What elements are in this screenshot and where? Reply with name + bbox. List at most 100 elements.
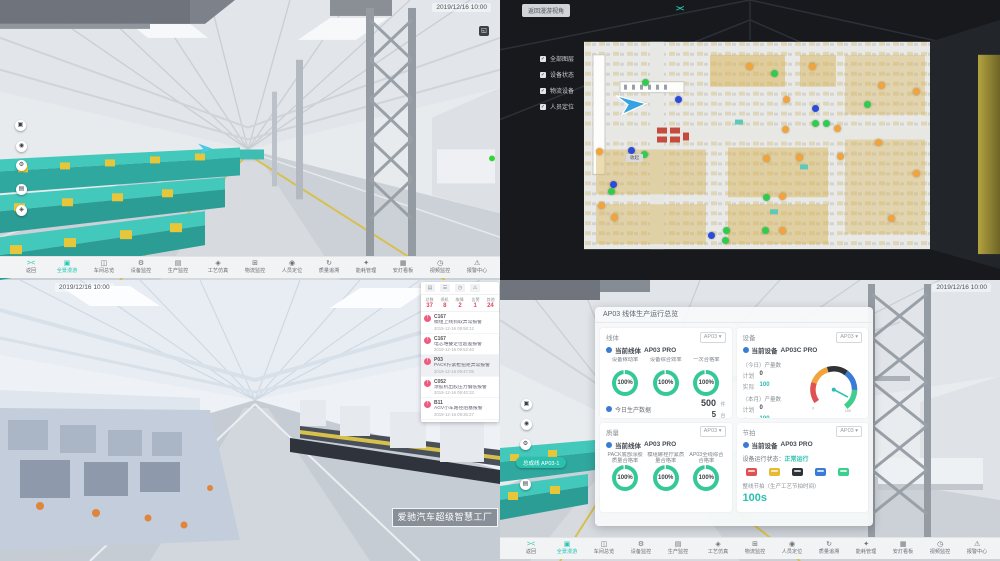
device-select-dropdown[interactable]: AP03 ▾ xyxy=(836,332,862,343)
toolbar-item[interactable]: ▦ 安灯看板 xyxy=(391,260,415,275)
equipment-status-dot[interactable] xyxy=(598,202,605,209)
toolbar-item[interactable]: ⚠ 报警中心 xyxy=(465,260,489,275)
equipment-status-dot[interactable] xyxy=(611,214,618,221)
poi-badge[interactable]: ▤ xyxy=(16,184,27,195)
toolbar-item[interactable]: ↻ 质量追溯 xyxy=(817,541,841,556)
toolbar-item[interactable]: ◷ 视频监控 xyxy=(928,541,952,556)
equipment-status-dot[interactable] xyxy=(642,79,649,86)
toolbar-item[interactable]: ▤ 生产监控 xyxy=(666,541,690,556)
status-value: 正常运行 xyxy=(785,457,809,463)
toolbar-item[interactable]: ◷ 视频监控 xyxy=(428,260,452,275)
toolbar-item[interactable]: ◈ 工艺仿真 xyxy=(206,260,230,275)
equipment-status-dot[interactable] xyxy=(675,96,682,103)
toolbar-item[interactable]: ◉ 人员定位 xyxy=(780,541,804,556)
toolbar-item[interactable]: ◉ 人员定位 xyxy=(280,260,304,275)
equipment-status-dot[interactable] xyxy=(723,227,730,234)
equipment-status-dot[interactable] xyxy=(608,188,615,195)
alarm-panel-tab-icon[interactable]: ⚠ xyxy=(470,284,480,292)
alarm-panel-tab-icon[interactable]: ☰ xyxy=(440,284,450,292)
equipment-status-dot[interactable] xyxy=(913,88,920,95)
toolbar-item[interactable]: >< 返回 xyxy=(20,260,42,275)
poi-badge[interactable]: ▣ xyxy=(15,120,26,131)
equipment-status-dot[interactable] xyxy=(809,63,816,70)
fullscreen-icon[interactable]: ◱ xyxy=(479,26,489,36)
checkbox-checked-icon[interactable]: ✓ xyxy=(540,88,546,94)
alarm-list-item[interactable]: ! P03 PACK拧紧枪扭矩异常报警 2019-12-16 09:47:05 xyxy=(421,355,499,377)
layer-toggle[interactable]: ✓ 全部图层 xyxy=(540,54,574,63)
checkbox-checked-icon[interactable]: ✓ xyxy=(540,72,546,78)
equipment-status-dot[interactable] xyxy=(812,105,819,112)
poi-badge[interactable]: ⚙ xyxy=(520,439,531,450)
equipment-status-dot[interactable] xyxy=(864,101,871,108)
toolbar-item[interactable]: ▣ 全景漫游 xyxy=(55,260,79,275)
toolbar-item[interactable]: ◫ 车间总览 xyxy=(592,541,616,556)
equipment-status-dot[interactable] xyxy=(779,193,786,200)
toolbar-item[interactable]: ▤ 生产监控 xyxy=(166,260,190,275)
toolbar-item[interactable]: >< 返回 xyxy=(520,541,542,556)
alarm-stat[interactable]: 总数 37 xyxy=(422,297,437,309)
equipment-status-dot[interactable] xyxy=(878,82,885,89)
equipment-status-dot[interactable] xyxy=(628,147,635,154)
equipment-status-dot[interactable] xyxy=(779,227,786,234)
toolbar-item[interactable]: ↻ 质量追溯 xyxy=(317,260,341,275)
poi-badge[interactable]: ▣ xyxy=(521,399,532,410)
equipment-status-dot[interactable] xyxy=(708,232,715,239)
alarm-list-item[interactable]: ! B11 AGV小车路径阻塞报警 2019-12-16 09:36:27 xyxy=(421,398,499,420)
alarm-panel-tab-icon[interactable]: ◷ xyxy=(455,284,465,292)
line-select-dropdown[interactable]: AP03 ▾ xyxy=(700,332,726,343)
equipment-status-dot[interactable] xyxy=(782,126,789,133)
device-select-dropdown[interactable]: AP03 ▾ xyxy=(836,426,862,437)
alarm-list-item[interactable]: ! C052 模组测试工位通讯超时 2019-12-16 09:31:54 xyxy=(421,420,499,423)
equipment-status-dot[interactable] xyxy=(823,120,830,127)
line-select-dropdown[interactable]: AP03 ▾ xyxy=(700,426,726,437)
poi-badge[interactable]: ⚙ xyxy=(16,160,27,171)
toolbar-item[interactable]: ⚙ 设备监控 xyxy=(629,541,653,556)
layer-toggle[interactable]: ✓ 设备状态 xyxy=(540,70,574,79)
poi-badge[interactable]: ◉ xyxy=(521,419,532,430)
equipment-status-dot[interactable] xyxy=(812,120,819,127)
equipment-status-dot[interactable] xyxy=(837,153,844,160)
equipment-status-dot[interactable] xyxy=(875,139,882,146)
poi-badge[interactable]: ◉ xyxy=(16,141,27,152)
layer-toggle[interactable]: ✓ 人员定位 xyxy=(540,102,574,111)
equipment-status-dot[interactable] xyxy=(913,170,920,177)
equipment-status-dot[interactable] xyxy=(796,154,803,161)
alarm-stat[interactable]: 其他 24 xyxy=(483,297,498,309)
alarm-stat[interactable]: 故障 2 xyxy=(452,297,467,309)
collapse-sidebar-button[interactable]: 收起 xyxy=(626,154,643,162)
toolbar-item[interactable]: ◫ 车间总览 xyxy=(92,260,116,275)
alarm-stat[interactable]: 停机 8 xyxy=(437,297,452,309)
equipment-status-dot[interactable] xyxy=(762,227,769,234)
equipment-status-dot[interactable] xyxy=(783,96,790,103)
toolbar-item[interactable]: ▣ 全景漫游 xyxy=(555,541,579,556)
alarm-stat[interactable]: 告警 1 xyxy=(468,297,483,309)
layer-toggle[interactable]: ✓ 物流设备 xyxy=(540,86,574,95)
equipment-status-dot[interactable] xyxy=(596,148,603,155)
alarm-list-item[interactable]: ! C167 电芯堆叠定位超差报警 2019-12-16 09:52:40 xyxy=(421,334,499,356)
equipment-status-dot[interactable] xyxy=(771,70,778,77)
toolbar-item[interactable]: ◈ 工艺仿真 xyxy=(706,541,730,556)
alarm-list-item[interactable]: ! C167 模组上线抓取异常报警 2019-12-16 09:58:12 xyxy=(421,312,499,334)
equipment-status-dot[interactable] xyxy=(888,215,895,222)
toolbar-item[interactable]: ⊞ 物流监控 xyxy=(243,260,267,275)
poi-badge[interactable]: ◈ xyxy=(16,205,27,216)
equipment-status-dot[interactable] xyxy=(834,125,841,132)
equipment-status-dot[interactable] xyxy=(722,237,729,244)
toolbar-item[interactable]: ⚠ 报警中心 xyxy=(965,541,989,556)
toolbar-item[interactable]: ⊞ 物流监控 xyxy=(743,541,767,556)
equipment-status-dot[interactable] xyxy=(763,194,770,201)
toolbar-item[interactable]: ✦ 能耗管理 xyxy=(354,260,378,275)
equipment-status-dot[interactable] xyxy=(610,181,617,188)
toolbar-item[interactable]: ✦ 能耗管理 xyxy=(854,541,878,556)
toolbar-item[interactable]: ▦ 安灯看板 xyxy=(891,541,915,556)
poi-badge[interactable]: ▤ xyxy=(520,479,531,490)
line-tag-pill[interactable]: 总成线 AP03-1 xyxy=(516,457,566,468)
equipment-status-dot[interactable] xyxy=(746,63,753,70)
exit-map-button[interactable]: 返回漫游视角 xyxy=(522,4,570,17)
alarm-list-item[interactable]: ! C052 涂胶机出胶压力偏低报警 2019-12-16 09:40:33 xyxy=(421,377,499,399)
checkbox-checked-icon[interactable]: ✓ xyxy=(540,104,546,110)
checkbox-checked-icon[interactable]: ✓ xyxy=(540,56,546,62)
equipment-status-dot[interactable] xyxy=(763,155,770,162)
toolbar-item[interactable]: ⚙ 设备监控 xyxy=(129,260,153,275)
alarm-panel-tab-icon[interactable]: ▤ xyxy=(425,284,435,292)
